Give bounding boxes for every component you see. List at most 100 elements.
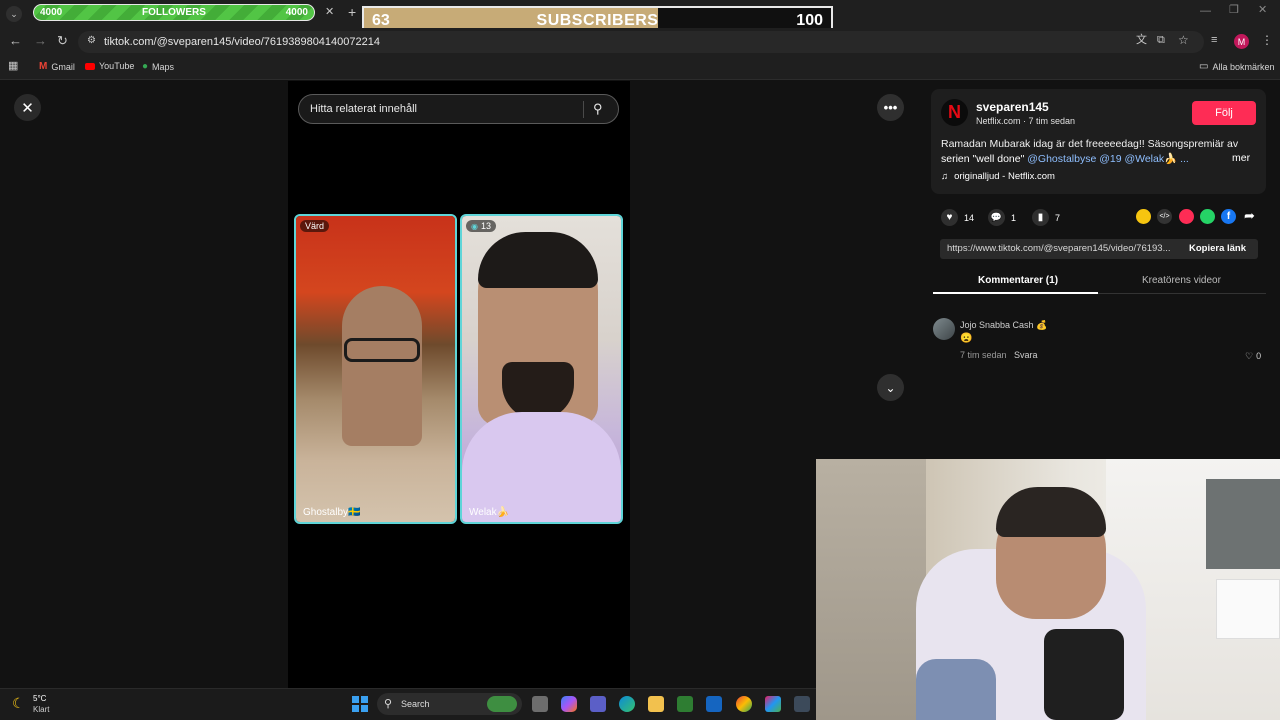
minimize-icon[interactable]: — — [1200, 6, 1211, 17]
author-subline: Netflix.com · 7 tim sedan — [976, 116, 1076, 126]
new-tab-icon[interactable]: + — [348, 5, 356, 19]
bookmark-youtube[interactable]: YouTube — [85, 61, 134, 71]
caption-mentions[interactable]: @Ghostalbyse @19 @Welak🍌 ... — [1027, 153, 1189, 165]
gift-share-icon[interactable] — [1136, 209, 1151, 224]
send-share-icon[interactable] — [1179, 209, 1194, 224]
music-note-icon: ♫ — [941, 171, 949, 182]
close-tab-icon[interactable]: ✕ — [325, 7, 334, 18]
video-link-box: https://www.tiktok.com/@sveparen145/vide… — [940, 239, 1258, 259]
sound-name: originalljud - Netflix.com — [954, 171, 1055, 182]
bookmark-gmail[interactable]: M Gmail — [39, 61, 75, 72]
host-person-shape — [342, 286, 422, 446]
caption-line-2: serien "well done" @Ghostalbyse @19 @Wel… — [941, 153, 1189, 165]
whatsapp-icon[interactable] — [1200, 209, 1215, 224]
tab-divider — [1098, 293, 1266, 294]
folder-icon: ▭ — [1199, 61, 1209, 72]
follow-button[interactable]: Följ — [1192, 101, 1256, 125]
comment-like[interactable]: ♡ 0 — [1245, 351, 1261, 362]
site-info-icon[interactable]: ⚙ — [87, 36, 96, 46]
commenter-avatar[interactable] — [933, 318, 955, 340]
active-tab-underline — [933, 292, 1098, 294]
author-avatar[interactable]: N — [941, 99, 968, 126]
facebook-icon[interactable]: f — [1221, 209, 1236, 224]
followers-goal-bar: 4000 FOLLOWERS 4000 — [33, 4, 315, 21]
host-badge: Värd — [300, 220, 330, 232]
profile-avatar[interactable]: M — [1234, 34, 1249, 49]
comment-time: 7 tim sedan — [960, 350, 1007, 360]
commenter-name[interactable]: Jojo Snabba Cash 💰 — [960, 320, 1047, 331]
sound-row[interactable]: ♫ originalljud - Netflix.com — [941, 171, 1055, 182]
forward-icon[interactable]: → — [34, 34, 47, 47]
file-explorer-icon[interactable] — [648, 696, 664, 712]
url-text[interactable]: tiktok.com/@sveparen145/video/7619389804… — [104, 36, 380, 48]
reply-button[interactable]: Svara — [1014, 350, 1038, 360]
comment-stat[interactable]: 💬 1 — [988, 209, 1016, 226]
weather-moon-icon[interactable]: ☾ — [12, 695, 25, 712]
translate-icon[interactable]: 文 — [1136, 35, 1147, 46]
heart-icon: ♥ — [941, 209, 958, 226]
media-icon[interactable]: ≡ — [1211, 35, 1217, 46]
mail-icon[interactable] — [706, 696, 722, 712]
webcam-person-hair — [996, 487, 1106, 537]
search-divider — [583, 101, 584, 118]
cast-icon[interactable]: ⧉ — [1157, 35, 1165, 46]
bookmark-star-icon[interactable]: ☆ — [1178, 34, 1189, 46]
weather-desc[interactable]: Klart — [33, 705, 49, 714]
webcam-cabinet-shape — [1216, 579, 1280, 639]
tab-comments[interactable]: Kommentarer (1) — [978, 275, 1058, 286]
close-video-icon[interactable]: ✕ — [14, 94, 41, 121]
app-cube-icon[interactable] — [794, 696, 810, 712]
webcam-sleeve — [916, 659, 996, 720]
chrome-icon[interactable] — [736, 696, 752, 712]
copilot-icon[interactable] — [561, 696, 577, 712]
teams-icon[interactable] — [590, 696, 606, 712]
window-close-icon[interactable]: ✕ — [1258, 5, 1267, 16]
author-username[interactable]: sveparen145 — [976, 100, 1049, 114]
like-stat[interactable]: ♥ 14 — [941, 209, 974, 226]
video-link-url[interactable]: https://www.tiktok.com/@sveparen145/vide… — [947, 243, 1171, 254]
caption-more-link[interactable]: mer — [1232, 152, 1250, 164]
comment-bubble-icon: 💬 — [988, 209, 1005, 226]
search-icon[interactable]: ⚲ — [593, 101, 603, 117]
reload-icon[interactable]: ↻ — [57, 34, 68, 47]
office-icon[interactable] — [765, 696, 781, 712]
heart-outline-icon: ♡ — [1245, 351, 1254, 361]
guest-name: Welak🍌 — [469, 507, 510, 518]
maximize-icon[interactable]: ❐ — [1229, 5, 1239, 16]
edge-icon[interactable] — [619, 696, 635, 712]
related-search-field[interactable]: Hitta relaterat innehåll ⚲ — [298, 94, 619, 124]
next-video-chevron-icon[interactable]: ⌄ — [877, 374, 904, 401]
bookmarks-bar: ▦ — [0, 56, 1280, 80]
taskbar-search-box[interactable]: ⚲ Search — [377, 693, 522, 715]
youtube-icon — [85, 62, 95, 70]
menu-icon[interactable]: ⋮ — [1261, 34, 1273, 46]
copy-link-button[interactable]: Kopiera länk — [1189, 243, 1246, 254]
all-bookmarks[interactable]: ▭ Alla bokmärken — [1199, 61, 1274, 72]
save-stat[interactable]: ▮ 7 — [1032, 209, 1060, 226]
host-name: Ghostalby🇸🇪 — [303, 507, 361, 518]
viewer-icon: ◉ — [471, 221, 478, 231]
webcam-wall-left — [816, 459, 926, 720]
tab-search-button[interactable]: ⌄ — [6, 6, 22, 22]
windows-start-icon[interactable] — [352, 696, 368, 712]
back-icon[interactable]: ← — [9, 34, 22, 47]
webcam-overlay — [816, 459, 1280, 720]
search-input[interactable]: Hitta relaterat innehåll — [310, 103, 417, 115]
bookmark-icon: ▮ — [1032, 209, 1049, 226]
weather-temp[interactable]: 5°C — [33, 694, 46, 703]
taskbar-search-label: Search — [401, 699, 430, 709]
embed-code-icon[interactable]: </> — [1157, 209, 1172, 224]
tab-creator-videos[interactable]: Kreatörens videor — [1142, 275, 1221, 286]
bookmark-maps[interactable]: ● Maps — [142, 61, 174, 72]
store-icon[interactable] — [677, 696, 693, 712]
live-tile-host[interactable]: Värd Ghostalby🇸🇪 — [294, 214, 457, 524]
host-glasses-shape — [344, 338, 420, 362]
share-arrow-icon[interactable]: ➦ — [1244, 208, 1255, 224]
apps-grid-icon[interactable]: ▦ — [8, 61, 18, 72]
task-view-icon[interactable] — [532, 696, 548, 712]
more-options-icon[interactable]: ••• — [877, 94, 904, 121]
gmail-icon: M — [39, 61, 48, 72]
live-tile-guest[interactable]: ◉ 13 Welak🍌 — [460, 214, 623, 524]
comment-text: 😦 — [960, 333, 973, 344]
guest-badge: ◉ 13 — [466, 220, 496, 232]
